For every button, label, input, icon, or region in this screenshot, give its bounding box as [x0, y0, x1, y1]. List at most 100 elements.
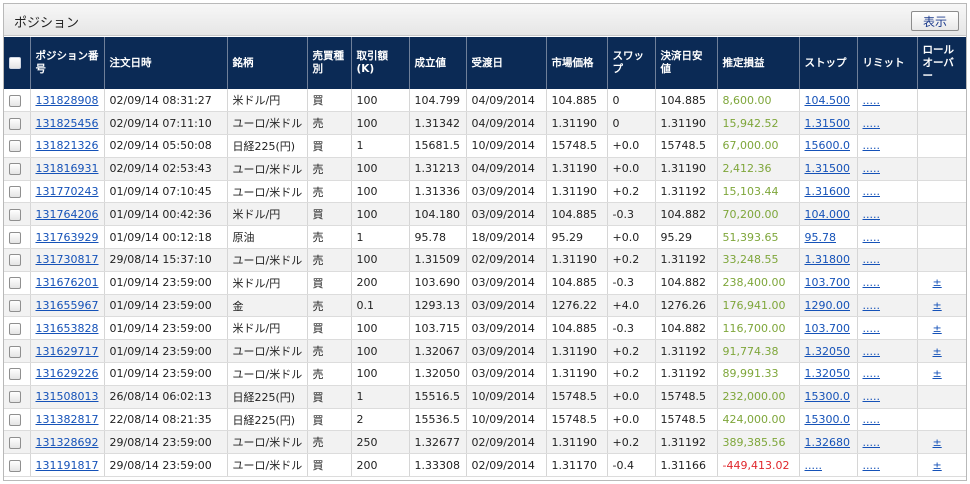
- header-limit[interactable]: リミット: [857, 37, 918, 89]
- row-select-cell[interactable]: [4, 202, 31, 227]
- stop-link[interactable]: 1290.00: [805, 299, 851, 312]
- cell-position-number[interactable]: 131655967: [30, 294, 105, 318]
- cell-stop[interactable]: 1.31500: [799, 157, 858, 181]
- cell-limit[interactable]: .....: [857, 111, 918, 136]
- row-select-cell[interactable]: [4, 430, 31, 455]
- cell-stop[interactable]: 15600.0: [799, 134, 858, 158]
- cell-position-number[interactable]: 131828908: [30, 89, 105, 113]
- cell-limit[interactable]: .....: [857, 316, 918, 341]
- row-checkbox[interactable]: [9, 186, 21, 199]
- rollover-link[interactable]: ±: [923, 436, 942, 449]
- stop-link[interactable]: 1.32050: [805, 367, 851, 380]
- cell-rollover[interactable]: ±: [917, 316, 966, 341]
- stop-link[interactable]: 15300.0: [805, 390, 851, 403]
- rollover-link[interactable]: ±: [923, 367, 942, 380]
- cell-stop[interactable]: 1.31800: [799, 248, 858, 272]
- header-stop[interactable]: ストップ: [799, 37, 858, 89]
- header-select-all[interactable]: [4, 37, 31, 89]
- position-number-link[interactable]: 131655967: [36, 299, 99, 312]
- position-number-link[interactable]: 131770243: [36, 185, 99, 198]
- rollover-link[interactable]: ±: [923, 459, 942, 472]
- cell-rollover[interactable]: ±: [917, 453, 966, 478]
- position-number-link[interactable]: 131821326: [36, 139, 99, 152]
- limit-link[interactable]: .....: [863, 231, 880, 244]
- header-value-date[interactable]: 受渡日: [466, 37, 547, 89]
- stop-link[interactable]: 1.31600: [805, 185, 851, 198]
- cell-position-number[interactable]: 131382817: [30, 408, 105, 432]
- stop-link[interactable]: 1.32050: [805, 345, 851, 358]
- stop-link[interactable]: 95.78: [805, 231, 837, 244]
- position-number-link[interactable]: 131816931: [36, 162, 99, 175]
- position-number-link[interactable]: 131730817: [36, 253, 99, 266]
- cell-position-number[interactable]: 131763929: [30, 225, 105, 250]
- header-amount[interactable]: 取引額(K): [351, 37, 410, 89]
- limit-link[interactable]: .....: [863, 276, 880, 289]
- rollover-link[interactable]: ±: [923, 299, 942, 312]
- stop-link[interactable]: 15300.0: [805, 413, 851, 426]
- row-select-cell[interactable]: [4, 248, 31, 272]
- limit-link[interactable]: .....: [863, 117, 880, 130]
- cell-position-number[interactable]: 131629717: [30, 339, 105, 364]
- stop-link[interactable]: 1.32680: [805, 436, 851, 449]
- limit-link[interactable]: .....: [863, 459, 880, 472]
- cell-position-number[interactable]: 131508013: [30, 385, 105, 409]
- cell-stop[interactable]: 1.32680: [799, 430, 858, 455]
- header-order-datetime[interactable]: 注文日時: [104, 37, 228, 89]
- row-checkbox[interactable]: [9, 231, 21, 244]
- stop-link[interactable]: 1.31500: [805, 162, 851, 175]
- limit-link[interactable]: .....: [863, 139, 880, 152]
- cell-limit[interactable]: .....: [857, 339, 918, 364]
- limit-link[interactable]: .....: [863, 185, 880, 198]
- row-checkbox[interactable]: [9, 94, 21, 107]
- header-position-number[interactable]: ポジション番号: [30, 37, 105, 89]
- row-select-cell[interactable]: [4, 408, 31, 432]
- cell-position-number[interactable]: 131730817: [30, 248, 105, 272]
- row-checkbox[interactable]: [9, 117, 21, 130]
- cell-stop[interactable]: 104.000: [799, 202, 858, 227]
- cell-limit[interactable]: .....: [857, 225, 918, 250]
- row-select-cell[interactable]: [4, 339, 31, 364]
- row-checkbox[interactable]: [9, 140, 21, 153]
- cell-position-number[interactable]: 131191817: [30, 453, 105, 478]
- cell-limit[interactable]: .....: [857, 271, 918, 295]
- position-number-link[interactable]: 131763929: [36, 231, 99, 244]
- cell-rollover[interactable]: ±: [917, 430, 966, 455]
- position-number-link[interactable]: 131825456: [36, 117, 99, 130]
- cell-stop[interactable]: 1.32050: [799, 362, 858, 386]
- position-number-link[interactable]: 131629226: [36, 367, 99, 380]
- cell-position-number[interactable]: 131629226: [30, 362, 105, 386]
- position-number-link[interactable]: 131508013: [36, 390, 99, 403]
- stop-link[interactable]: 104.000: [805, 208, 851, 221]
- position-number-link[interactable]: 131382817: [36, 413, 99, 426]
- limit-link[interactable]: .....: [863, 208, 880, 221]
- cell-limit[interactable]: .....: [857, 294, 918, 318]
- header-rollover[interactable]: ロールオーバー: [917, 37, 966, 89]
- cell-rollover[interactable]: ±: [917, 362, 966, 386]
- row-select-cell[interactable]: [4, 385, 31, 409]
- cell-position-number[interactable]: 131825456: [30, 111, 105, 136]
- row-select-cell[interactable]: [4, 271, 31, 295]
- row-checkbox[interactable]: [9, 322, 21, 335]
- row-checkbox[interactable]: [9, 208, 21, 221]
- select-all-checkbox[interactable]: [9, 56, 21, 69]
- stop-link[interactable]: .....: [805, 459, 822, 472]
- limit-link[interactable]: .....: [863, 299, 880, 312]
- cell-rollover[interactable]: ±: [917, 271, 966, 295]
- position-number-link[interactable]: 131328692: [36, 436, 99, 449]
- row-select-cell[interactable]: [4, 294, 31, 318]
- cell-stop[interactable]: 1.31500: [799, 111, 858, 136]
- limit-link[interactable]: .....: [863, 390, 880, 403]
- cell-stop[interactable]: 103.700: [799, 316, 858, 341]
- cell-stop[interactable]: 1.32050: [799, 339, 858, 364]
- cell-stop[interactable]: 95.78: [799, 225, 858, 250]
- cell-stop[interactable]: 15300.0: [799, 385, 858, 409]
- row-select-cell[interactable]: [4, 180, 31, 204]
- row-checkbox[interactable]: [9, 163, 21, 176]
- cell-stop[interactable]: .....: [799, 453, 858, 478]
- cell-position-number[interactable]: 131653828: [30, 316, 105, 341]
- position-number-link[interactable]: 131653828: [36, 322, 99, 335]
- limit-link[interactable]: .....: [863, 253, 880, 266]
- cell-position-number[interactable]: 131328692: [30, 430, 105, 455]
- row-select-cell[interactable]: [4, 134, 31, 158]
- row-checkbox[interactable]: [9, 277, 21, 290]
